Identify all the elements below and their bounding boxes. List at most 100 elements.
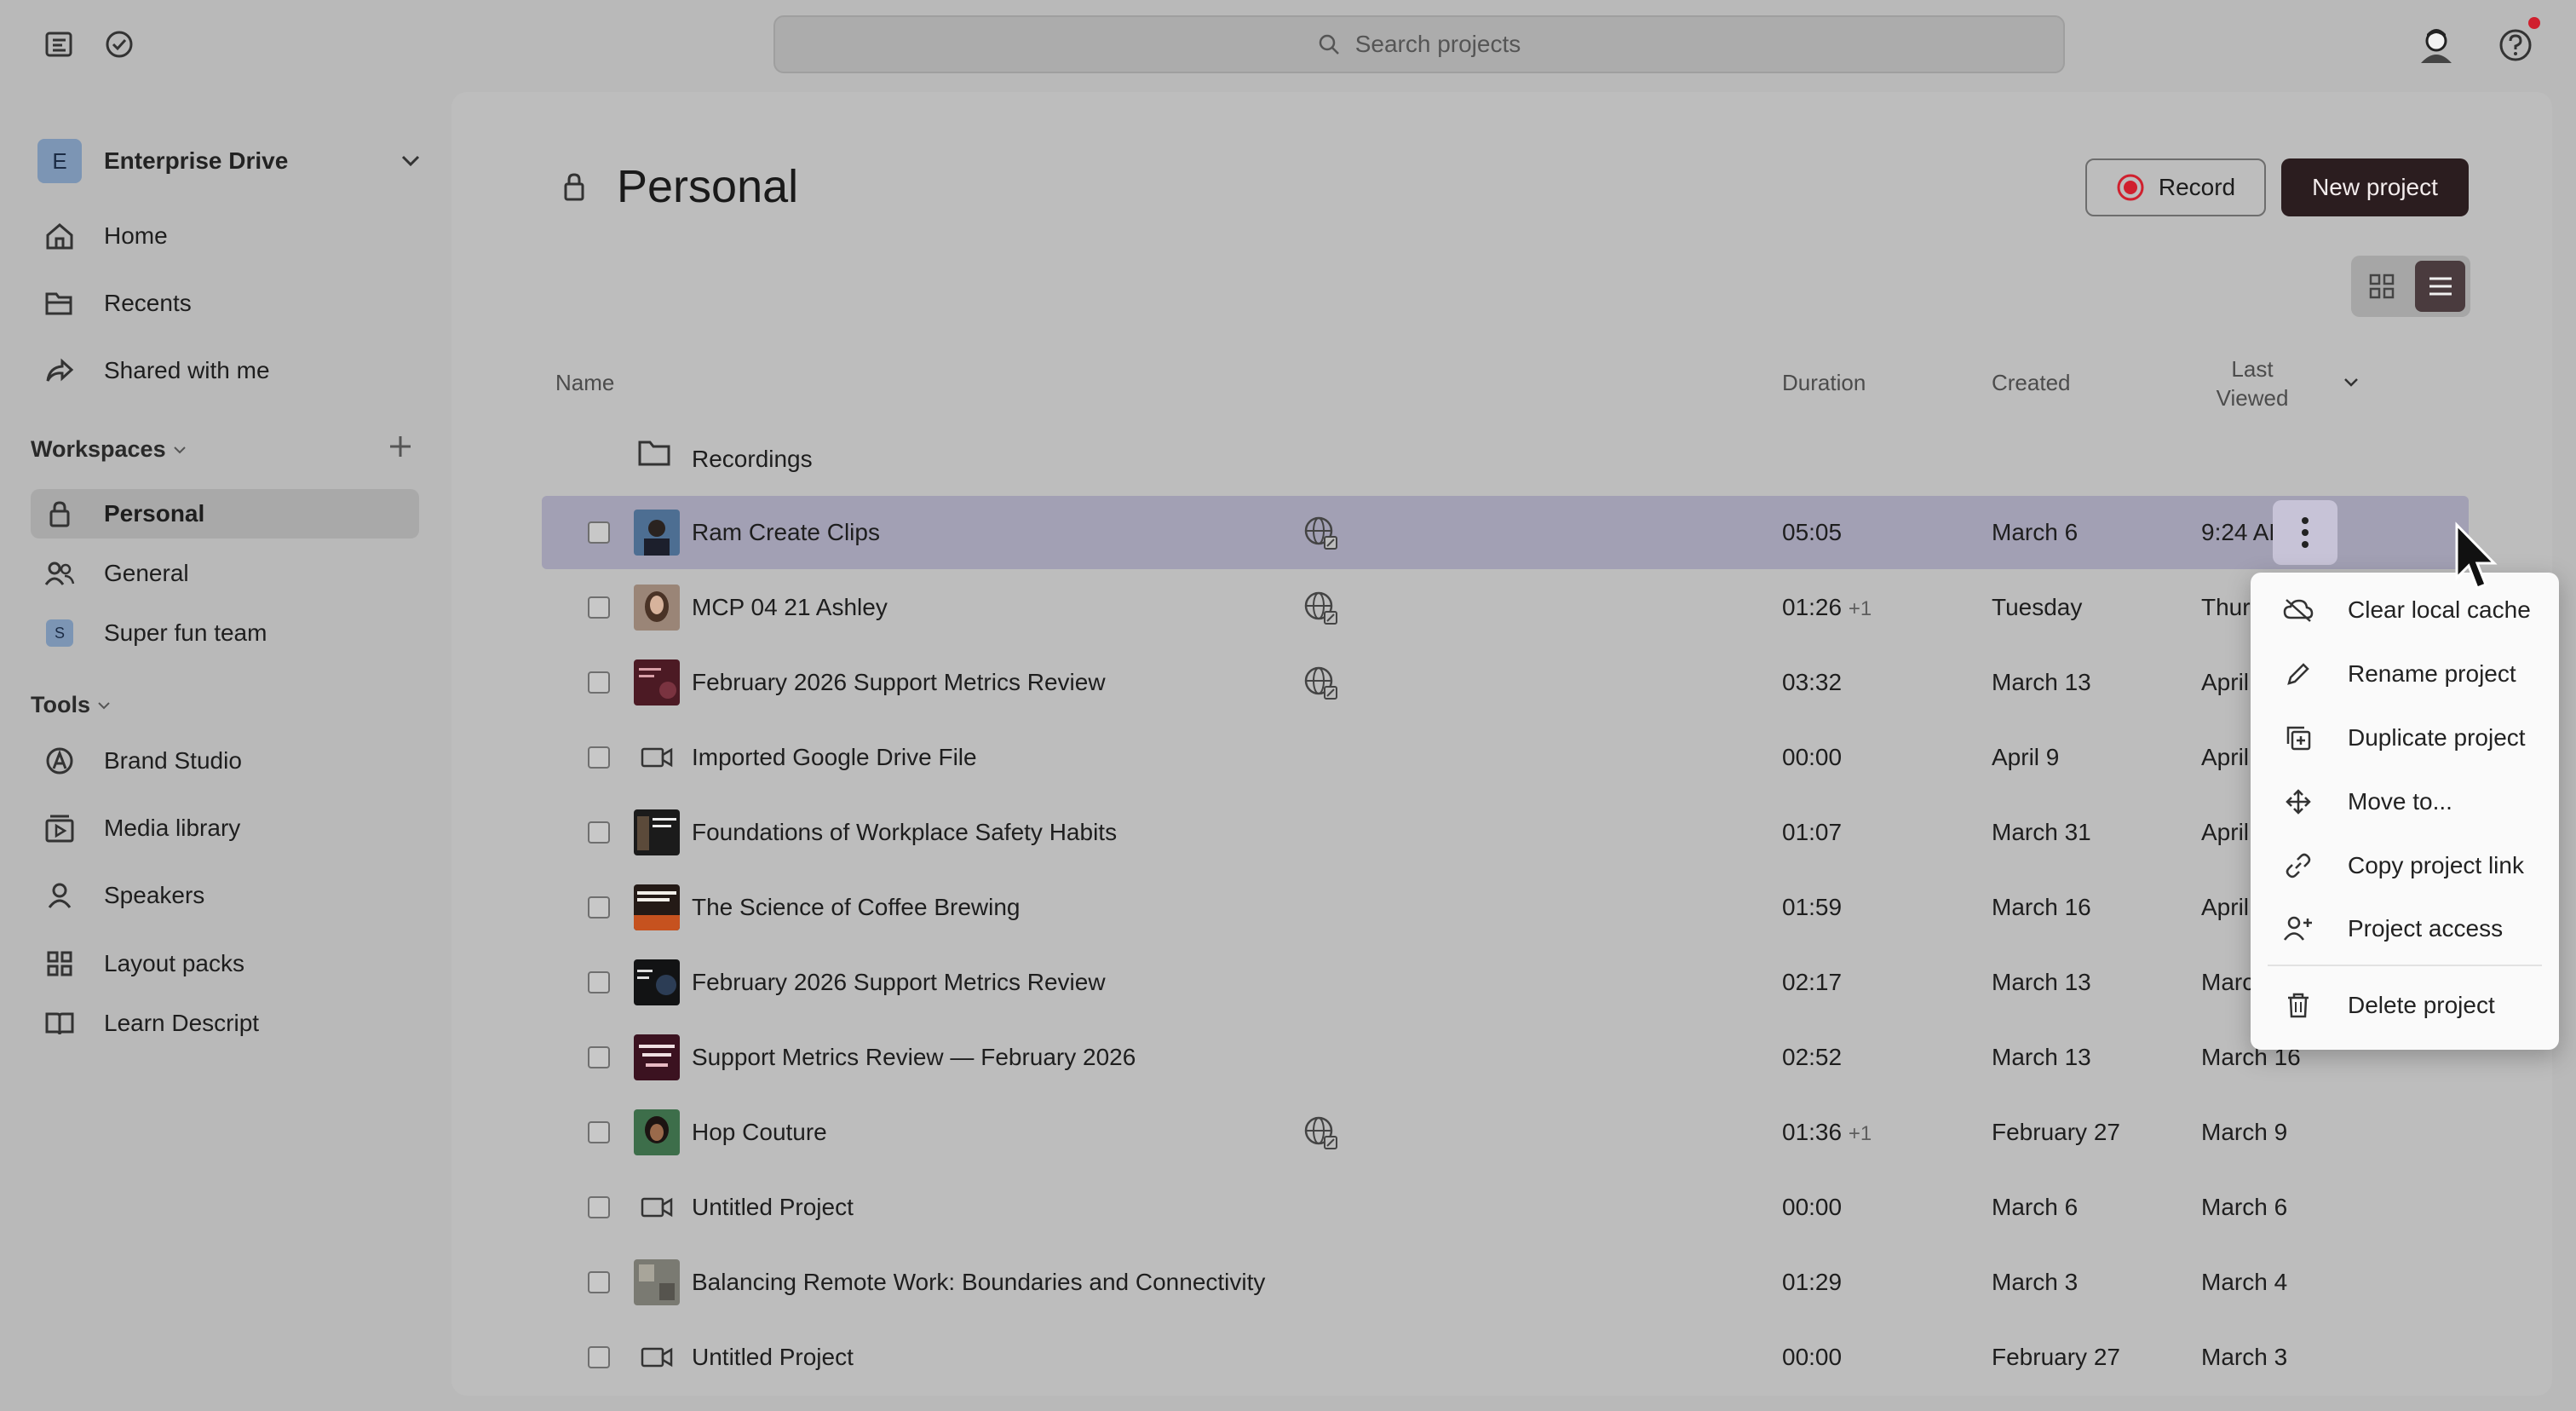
project-row[interactable]: February 2026 Support Metrics Review 03:3… bbox=[542, 646, 2469, 719]
menu-item-rename[interactable]: Rename project bbox=[2251, 647, 2559, 701]
project-thumbnail bbox=[634, 1109, 680, 1155]
project-thumbnail bbox=[634, 1259, 680, 1305]
project-duration: 02:17 bbox=[1782, 969, 1842, 996]
project-row[interactable]: Imported Google Drive File 00:00 April 9 A… bbox=[542, 721, 2469, 794]
project-row[interactable]: Foundations of Workplace Safety Habits 01… bbox=[542, 796, 2469, 869]
folder-row[interactable]: Recordings bbox=[542, 423, 2469, 496]
sidebar-item-home[interactable]: Home bbox=[31, 211, 419, 261]
row-checkbox[interactable] bbox=[588, 821, 610, 844]
more-options-button[interactable] bbox=[2273, 500, 2337, 565]
folder-name: Recordings bbox=[692, 446, 813, 472]
menu-item-move[interactable]: Move to... bbox=[2251, 775, 2559, 829]
row-checkbox[interactable] bbox=[588, 1121, 610, 1143]
menu-item-delete[interactable]: Delete project bbox=[2251, 978, 2559, 1033]
tools-label: Tools bbox=[31, 692, 90, 717]
row-checkbox[interactable] bbox=[588, 896, 610, 919]
menu-icon[interactable] bbox=[43, 27, 77, 61]
list-view-button[interactable] bbox=[2415, 261, 2465, 312]
sidebar-item-super-fun-team[interactable]: S Super fun team bbox=[31, 608, 419, 658]
user-avatar[interactable] bbox=[2416, 24, 2457, 65]
column-header-created[interactable]: Created bbox=[1992, 370, 2071, 396]
project-last-viewed: March 9 bbox=[2201, 1119, 2288, 1145]
workspaces-toggle[interactable]: Workspaces bbox=[31, 436, 187, 463]
notification-dot bbox=[2528, 17, 2540, 29]
project-name: Imported Google Drive File bbox=[692, 744, 977, 770]
row-checkbox[interactable] bbox=[588, 971, 610, 993]
row-checkbox[interactable] bbox=[588, 1196, 610, 1218]
project-thumbnail bbox=[634, 884, 680, 930]
project-created: April 9 bbox=[1992, 744, 2060, 770]
project-duration: 02:52 bbox=[1782, 1044, 1842, 1071]
project-row[interactable]: Hop Couture 01:36 +1 February 27 March 9 bbox=[542, 1096, 2469, 1169]
menu-item-label: Move to... bbox=[2348, 788, 2452, 815]
sidebar-item-layout-packs[interactable]: Layout packs bbox=[31, 939, 419, 988]
add-workspace-icon[interactable] bbox=[383, 429, 417, 464]
sidebar-item-label: Media library bbox=[104, 815, 241, 841]
menu-item-access[interactable]: Project access bbox=[2251, 901, 2559, 956]
drive-switcher[interactable]: E Enterprise Drive bbox=[37, 131, 421, 191]
menu-item-label: Clear local cache bbox=[2348, 596, 2531, 623]
sidebar-item-personal[interactable]: Personal bbox=[31, 489, 419, 538]
project-row[interactable]: Untitled Project 00:00 March 6 March 6 bbox=[542, 1171, 2469, 1244]
sort-chevron-icon[interactable] bbox=[2343, 377, 2360, 389]
project-row[interactable]: Support Metrics Review — February 2026 02… bbox=[542, 1021, 2469, 1094]
project-duration: 01:36 +1 bbox=[1782, 1119, 1872, 1146]
sidebar-item-recents[interactable]: Recents bbox=[31, 279, 419, 328]
project-duration: 01:26 +1 bbox=[1782, 594, 1872, 621]
project-name: Untitled Project bbox=[692, 1194, 854, 1220]
project-thumbnail bbox=[634, 809, 680, 855]
project-name: Support Metrics Review — February 2026 bbox=[692, 1044, 1136, 1070]
row-checkbox[interactable] bbox=[588, 596, 610, 619]
row-checkbox[interactable] bbox=[588, 1271, 610, 1293]
project-row[interactable]: February 2026 Support Metrics Review 02:1… bbox=[542, 946, 2469, 1019]
project-thumbnail bbox=[634, 510, 680, 556]
video-camera-icon bbox=[634, 1334, 680, 1380]
sidebar-item-learn[interactable]: Learn Descript bbox=[31, 999, 419, 1048]
row-checkbox[interactable] bbox=[588, 671, 610, 694]
help-icon[interactable] bbox=[2498, 27, 2533, 63]
menu-item-copy-link[interactable]: Copy project link bbox=[2251, 838, 2559, 893]
project-name: Balancing Remote Work: Boundaries and Co… bbox=[692, 1269, 1266, 1295]
project-last-viewed: April bbox=[2201, 669, 2250, 695]
project-last-viewed: March 3 bbox=[2201, 1344, 2288, 1370]
record-button[interactable]: Record bbox=[2085, 158, 2266, 216]
tools-toggle[interactable]: Tools bbox=[31, 692, 111, 718]
project-row[interactable]: Untitled Project 00:00 February 27 March 3 bbox=[542, 1321, 2469, 1394]
project-name: Untitled Project bbox=[692, 1344, 854, 1370]
workspaces-label: Workspaces bbox=[31, 436, 166, 462]
project-created: March 31 bbox=[1992, 819, 2091, 845]
check-circle-icon[interactable] bbox=[102, 27, 136, 61]
sidebar-item-general[interactable]: General bbox=[31, 549, 419, 598]
sidebar-item-shared[interactable]: Shared with me bbox=[31, 346, 419, 395]
menu-item-clear-cache[interactable]: Clear local cache bbox=[2251, 583, 2559, 637]
sidebar-item-label: Home bbox=[104, 222, 168, 249]
row-checkbox[interactable] bbox=[588, 746, 610, 769]
row-checkbox[interactable] bbox=[588, 521, 610, 544]
row-checkbox[interactable] bbox=[588, 1046, 610, 1068]
grid-view-button[interactable] bbox=[2356, 261, 2406, 312]
row-checkbox[interactable] bbox=[588, 1346, 610, 1368]
project-thumbnail bbox=[634, 585, 680, 631]
new-project-button[interactable]: New project bbox=[2281, 158, 2469, 216]
project-row[interactable]: The Science of Coffee Brewing 01:59 March… bbox=[542, 871, 2469, 944]
column-header-duration[interactable]: Duration bbox=[1782, 370, 1866, 396]
project-thumbnail bbox=[634, 959, 680, 1005]
sidebar-item-media-library[interactable]: Media library bbox=[31, 803, 419, 853]
sidebar-item-brand-studio[interactable]: Brand Studio bbox=[31, 736, 419, 786]
project-duration: 03:32 bbox=[1782, 669, 1842, 696]
sidebar-item-label: General bbox=[104, 560, 189, 586]
project-thumbnail bbox=[634, 1034, 680, 1080]
project-row[interactable]: Ram Create Clips 05:05 March 6 9:24 AM bbox=[542, 496, 2469, 569]
menu-item-label: Duplicate project bbox=[2348, 724, 2526, 751]
menu-item-duplicate[interactable]: Duplicate project bbox=[2251, 711, 2559, 765]
duration-extra: +1 bbox=[1848, 1122, 1872, 1145]
duration-value: 00:00 bbox=[1782, 744, 1843, 770]
project-created: Tuesday bbox=[1992, 594, 2083, 620]
project-row[interactable]: Balancing Remote Work: Boundaries and Co… bbox=[542, 1246, 2469, 1319]
sidebar-item-speakers[interactable]: Speakers bbox=[31, 871, 419, 920]
project-row[interactable]: MCP 04 21 Ashley 01:26 +1 Tuesday Thurs bbox=[542, 571, 2469, 644]
duration-value: 01:36 bbox=[1782, 1119, 1843, 1145]
search-input[interactable]: Search projects bbox=[773, 15, 2065, 73]
column-header-name[interactable]: Name bbox=[555, 370, 614, 396]
column-header-last-viewed[interactable]: Last Viewed bbox=[2201, 354, 2303, 412]
